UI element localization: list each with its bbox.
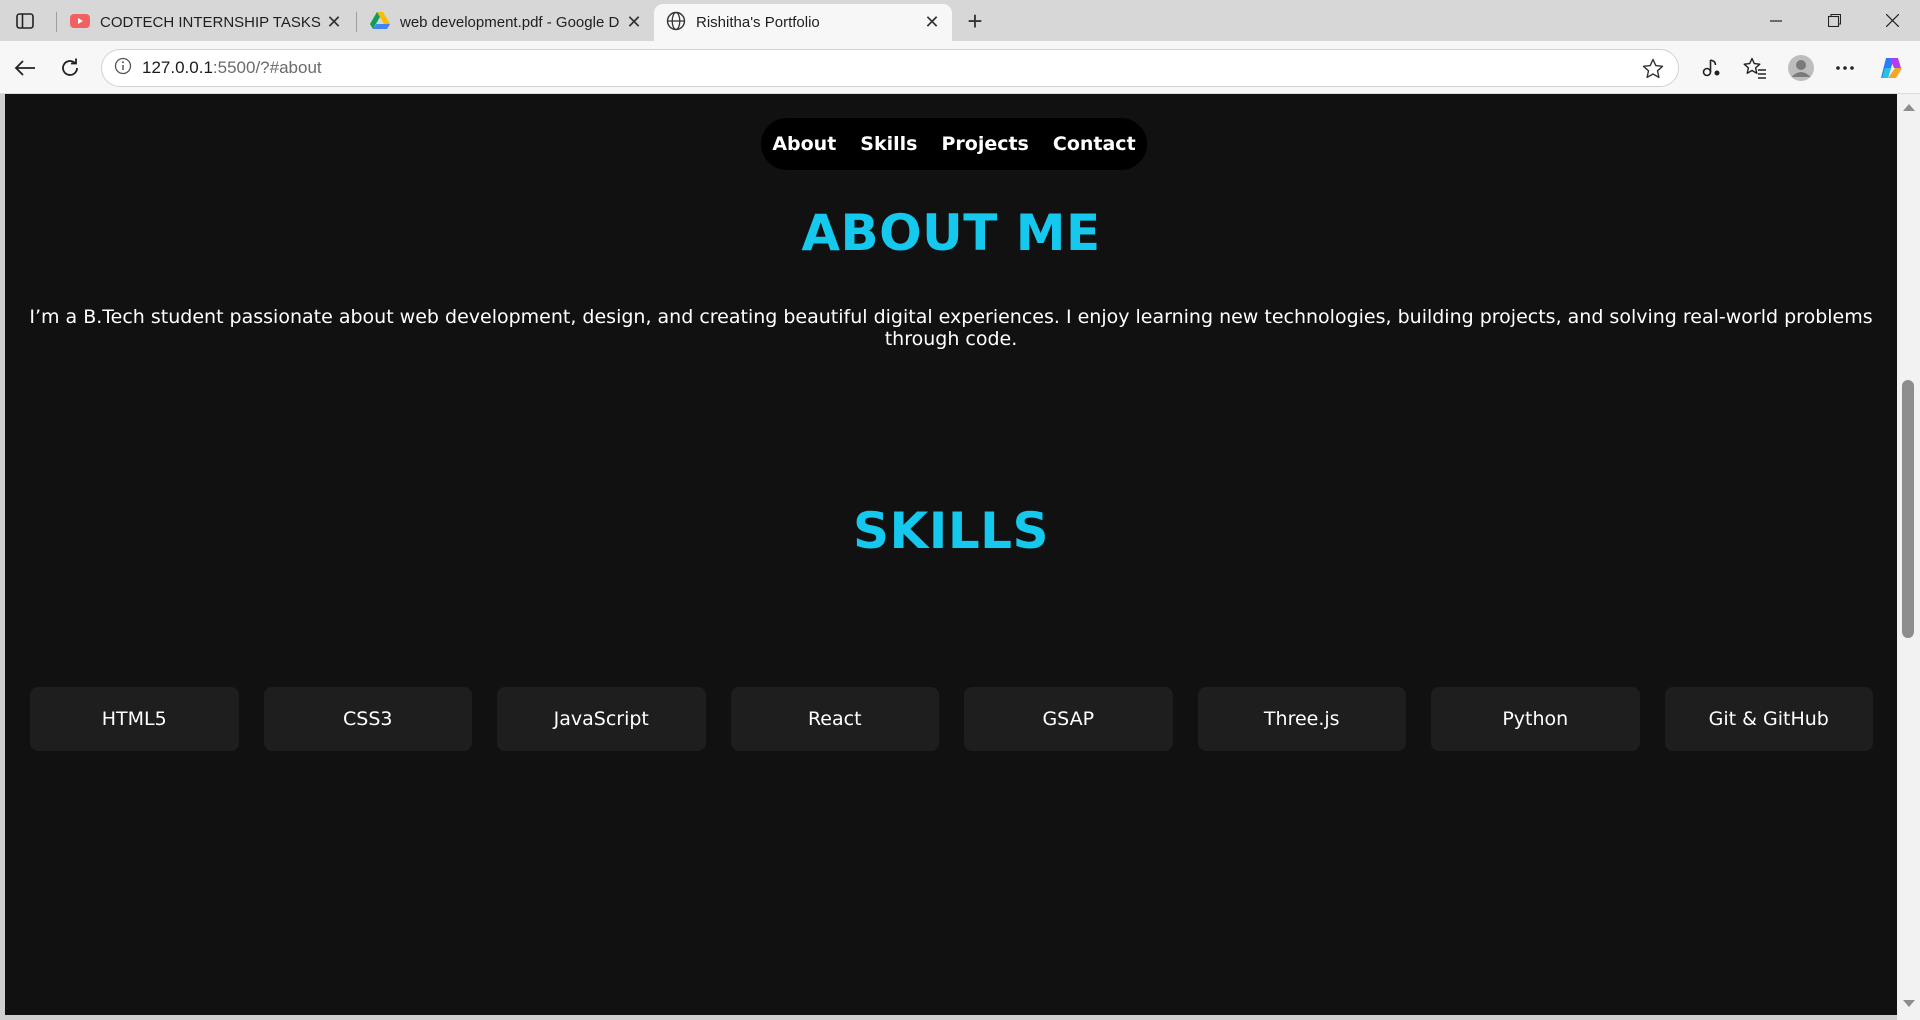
close-icon[interactable]: ✕ <box>324 12 344 33</box>
tab-separator <box>56 12 57 32</box>
reload-icon[interactable] <box>55 53 85 83</box>
about-paragraph: I’m a B.Tech student passionate about we… <box>29 306 1873 350</box>
new-tab-plus-icon[interactable]: + <box>960 6 990 36</box>
skills-title: SKILLS <box>852 502 1050 560</box>
skill-card-gsap[interactable]: GSAP <box>964 687 1173 751</box>
address-toolbar: 127.0.0.1:5500/?#about <box>0 41 1920 94</box>
url-host: 127.0.0.1 <box>142 58 213 77</box>
skill-card-css3[interactable]: CSS3 <box>263 687 472 751</box>
youtube-icon <box>70 13 90 32</box>
read-aloud-icon[interactable] <box>1696 53 1726 83</box>
site-info-icon[interactable] <box>114 57 132 80</box>
tab-title: web development.pdf - Google D <box>400 14 620 31</box>
skill-card-python[interactable]: Python <box>1431 687 1640 751</box>
tab-separator <box>356 12 357 32</box>
skill-card-react[interactable]: React <box>730 687 939 751</box>
skill-card-javascript[interactable]: JavaScript <box>497 687 706 751</box>
close-icon[interactable]: ✕ <box>624 12 644 33</box>
nav-link-skills[interactable]: Skills <box>860 133 917 155</box>
skill-card-threejs[interactable]: Three.js <box>1197 687 1406 751</box>
page-viewport: About Skills Projects Contact ABOUT ME I… <box>5 94 1897 1015</box>
about-title: ABOUT ME <box>801 204 1101 262</box>
scroll-down-arrow-icon[interactable] <box>1903 1000 1915 1007</box>
minimize-icon[interactable] <box>1748 0 1804 41</box>
tab-web-development-pdf[interactable]: web development.pdf - Google D ✕ <box>358 4 654 41</box>
address-bar[interactable]: 127.0.0.1:5500/?#about <box>101 49 1679 87</box>
tab-title: Rishitha's Portfolio <box>696 14 820 31</box>
nav-link-contact[interactable]: Contact <box>1053 133 1136 155</box>
site-nav: About Skills Projects Contact <box>761 118 1147 170</box>
window-close-icon[interactable] <box>1864 0 1920 41</box>
tab-rishithas-portfolio[interactable]: Rishitha's Portfolio ✕ <box>654 4 952 41</box>
scroll-up-arrow-icon[interactable] <box>1903 104 1915 111</box>
tab-codtech[interactable]: CODTECH INTERNSHIP TASKS GU ✕ <box>58 4 354 41</box>
favorites-icon[interactable] <box>1740 53 1770 83</box>
nav-link-about[interactable]: About <box>772 133 836 155</box>
google-drive-icon <box>370 11 390 34</box>
skill-card-git-github[interactable]: Git & GitHub <box>1664 687 1873 751</box>
vertical-scrollbar[interactable] <box>1897 94 1920 1020</box>
tab-title: CODTECH INTERNSHIP TASKS GU <box>100 14 324 31</box>
sidebar-toggle-icon[interactable] <box>10 8 40 34</box>
scroll-thumb[interactable] <box>1902 380 1914 638</box>
tab-strip: CODTECH INTERNSHIP TASKS GU ✕ web develo… <box>0 0 1920 41</box>
globe-icon <box>666 11 686 35</box>
back-arrow-icon[interactable] <box>10 53 40 83</box>
url-text: 127.0.0.1:5500/?#about <box>142 58 322 78</box>
url-path: :5500/?#about <box>212 58 322 77</box>
skills-grid: HTML5 CSS3 JavaScript React GSAP Three.j… <box>30 687 1873 751</box>
skill-card-html5[interactable]: HTML5 <box>30 687 239 751</box>
nav-link-projects[interactable]: Projects <box>941 133 1028 155</box>
favorite-star-icon[interactable] <box>1642 58 1664 84</box>
restore-icon[interactable] <box>1806 0 1862 41</box>
copilot-icon[interactable] <box>1876 53 1906 83</box>
profile-avatar-icon[interactable] <box>1785 52 1817 84</box>
close-icon[interactable]: ✕ <box>922 12 942 33</box>
more-menu-icon[interactable] <box>1830 53 1860 83</box>
